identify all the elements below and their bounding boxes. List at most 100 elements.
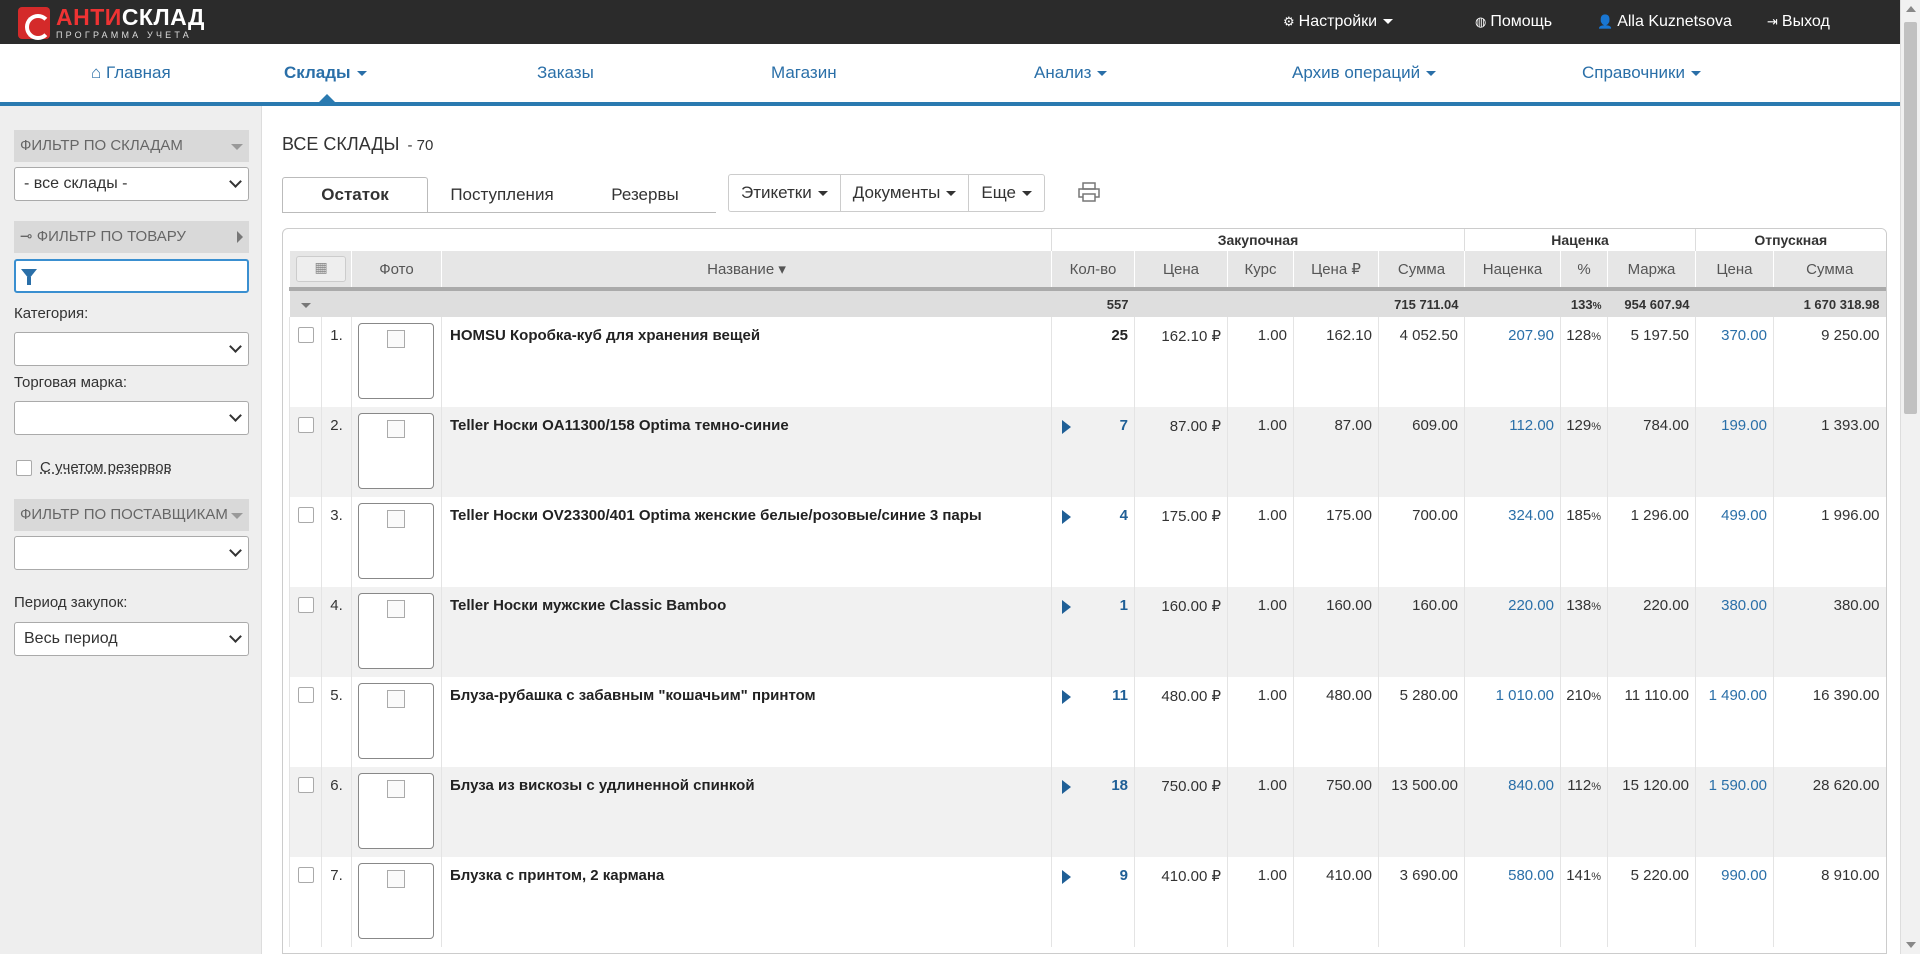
nav-home[interactable]: ⌂ Главная bbox=[91, 44, 171, 102]
row-qty[interactable]: 18 bbox=[1111, 777, 1128, 794]
tab-receipts[interactable]: Поступления bbox=[435, 178, 569, 212]
row-markup[interactable]: 220.00 bbox=[1464, 587, 1561, 677]
row-retail-price[interactable]: 499.00 bbox=[1695, 497, 1774, 587]
row-markup[interactable]: 840.00 bbox=[1464, 767, 1561, 857]
row-qty[interactable]: 7 bbox=[1120, 417, 1128, 434]
product-name[interactable]: Блуза-рубашка с забавным "кошачьим" прин… bbox=[441, 677, 1052, 767]
nav-archive[interactable]: Архив операций bbox=[1292, 44, 1437, 102]
row-retail-price[interactable]: 1 490.00 bbox=[1695, 677, 1774, 767]
table-row[interactable]: 6. Блуза из вискозы с удлиненной спинкой 1… bbox=[289, 767, 1886, 857]
row-markup[interactable]: 207.90 bbox=[1464, 317, 1561, 407]
col-margin[interactable]: Маржа bbox=[1607, 251, 1696, 289]
scroll-up-icon[interactable] bbox=[1906, 6, 1916, 12]
product-name[interactable]: Teller Носки мужские Classic Bamboo bbox=[441, 587, 1052, 677]
tab-stock[interactable]: Остаток bbox=[282, 177, 428, 213]
row-checkbox[interactable] bbox=[297, 327, 314, 343]
row-markup[interactable]: 580.00 bbox=[1464, 857, 1561, 947]
table-row[interactable]: 4. Teller Носки мужские Classic Bamboo 1 16… bbox=[289, 587, 1886, 677]
row-checkbox[interactable] bbox=[297, 867, 314, 883]
period-select[interactable]: Весь период bbox=[14, 622, 249, 656]
app-logo[interactable]: АНТИСКЛАД ПРОГРАММА УЧЕТА bbox=[18, 6, 205, 40]
col-price[interactable]: Цена bbox=[1134, 251, 1228, 289]
product-name[interactable]: Блуза из вискозы с удлиненной спинкой bbox=[441, 767, 1052, 857]
supplier-filter-header[interactable]: ФИЛЬТР ПО ПОСТАВЩИКАМ bbox=[14, 499, 249, 531]
nav-shop[interactable]: Магазин bbox=[771, 44, 837, 102]
row-qty[interactable]: 4 bbox=[1120, 507, 1128, 524]
expand-row-icon[interactable] bbox=[1062, 510, 1071, 524]
tab-reserves[interactable]: Резервы bbox=[580, 178, 710, 212]
product-name[interactable]: HOMSU Коробка-куб для хранения вещей bbox=[441, 317, 1052, 407]
chevron-down-icon[interactable] bbox=[300, 302, 311, 308]
col-name[interactable]: Название ▾ bbox=[441, 251, 1052, 289]
print-icon[interactable] bbox=[1078, 182, 1100, 202]
scroll-thumb[interactable] bbox=[1904, 22, 1917, 414]
nav-orders[interactable]: Заказы bbox=[537, 44, 594, 102]
table-row[interactable]: 5. Блуза-рубашка с забавным "кошачьим" пр… bbox=[289, 677, 1886, 767]
col-markup[interactable]: Наценка bbox=[1464, 251, 1561, 289]
row-checkbox[interactable] bbox=[297, 597, 314, 613]
table-row[interactable]: 7. Блузка с принтом, 2 кармана 9 410.00 ₽1.… bbox=[289, 857, 1886, 947]
row-markup[interactable]: 112.00 bbox=[1464, 407, 1561, 497]
nav-analysis[interactable]: Анализ bbox=[1034, 44, 1108, 102]
row-retail-price[interactable]: 370.00 bbox=[1695, 317, 1774, 407]
product-photo[interactable] bbox=[358, 863, 434, 939]
row-retail-price[interactable]: 1 590.00 bbox=[1695, 767, 1774, 857]
row-qty[interactable]: 11 bbox=[1112, 687, 1128, 704]
product-name[interactable]: Блузка с принтом, 2 кармана bbox=[441, 857, 1052, 947]
product-photo[interactable] bbox=[358, 323, 434, 399]
product-photo[interactable] bbox=[358, 683, 434, 759]
col-sum[interactable]: Сумма bbox=[1378, 251, 1465, 289]
row-qty[interactable]: 9 bbox=[1120, 867, 1128, 884]
product-photo[interactable] bbox=[358, 503, 434, 579]
warehouse-select[interactable]: - все склады - bbox=[14, 167, 249, 201]
grid-icon[interactable] bbox=[295, 256, 346, 282]
expand-row-icon[interactable] bbox=[1062, 420, 1071, 434]
supplier-select[interactable] bbox=[14, 536, 249, 570]
expand-row-icon[interactable] bbox=[1062, 780, 1071, 794]
help-link[interactable]: ◍ Помощь bbox=[1475, 0, 1552, 44]
table-row[interactable]: 1. HOMSU Коробка-куб для хранения вещей 25… bbox=[289, 317, 1886, 407]
row-qty[interactable]: 1 bbox=[1120, 597, 1128, 614]
table-row[interactable]: 2. Teller Носки OA11300/158 Optima темно-… bbox=[289, 407, 1886, 497]
warehouse-filter-header[interactable]: ФИЛЬТР ПО СКЛАДАМ bbox=[14, 130, 249, 162]
reserves-label[interactable]: С учетом резервов bbox=[40, 459, 172, 476]
col-rate[interactable]: Курс bbox=[1227, 251, 1294, 289]
expand-row-icon[interactable] bbox=[1062, 600, 1071, 614]
col-price-rub[interactable]: Цена ₽ bbox=[1293, 251, 1379, 289]
logout-link[interactable]: ⇥ Выход bbox=[1767, 0, 1830, 44]
row-markup[interactable]: 324.00 bbox=[1464, 497, 1561, 587]
table-row[interactable]: 3. Teller Носки OV23300/401 Optima женски… bbox=[289, 497, 1886, 587]
row-checkbox[interactable] bbox=[297, 507, 314, 523]
expand-row-icon[interactable] bbox=[1062, 690, 1071, 704]
scroll-down-icon[interactable] bbox=[1906, 942, 1916, 948]
product-name[interactable]: Teller Носки OV23300/401 Optima женские … bbox=[441, 497, 1052, 587]
row-retail-price[interactable]: 199.00 bbox=[1695, 407, 1774, 497]
brand-select[interactable] bbox=[14, 401, 249, 435]
product-photo[interactable] bbox=[358, 773, 434, 849]
user-menu[interactable]: 👤 Alla Kuznetsova bbox=[1597, 0, 1732, 44]
nav-references[interactable]: Справочники bbox=[1582, 44, 1701, 102]
page-scrollbar[interactable] bbox=[1900, 0, 1920, 954]
col-qty[interactable]: Кол-во bbox=[1051, 251, 1135, 289]
row-markup[interactable]: 1 010.00 bbox=[1464, 677, 1561, 767]
row-checkbox[interactable] bbox=[297, 777, 314, 793]
category-select[interactable] bbox=[14, 332, 249, 366]
reserves-checkbox[interactable] bbox=[16, 460, 32, 476]
col-retail-price[interactable]: Цена bbox=[1695, 251, 1774, 289]
settings-menu[interactable]: ⚙ Настройки bbox=[1283, 0, 1394, 44]
product-name[interactable]: Teller Носки OA11300/158 Optima темно-си… bbox=[441, 407, 1052, 497]
product-search-input[interactable] bbox=[14, 259, 249, 293]
row-checkbox[interactable] bbox=[297, 687, 314, 703]
row-retail-price[interactable]: 380.00 bbox=[1695, 587, 1774, 677]
expand-row-icon[interactable] bbox=[1062, 870, 1071, 884]
product-filter-header[interactable]: ⊸ ФИЛЬТР ПО ТОВАРУ bbox=[14, 221, 249, 253]
row-retail-price[interactable]: 990.00 bbox=[1695, 857, 1774, 947]
col-pct[interactable]: % bbox=[1560, 251, 1608, 289]
labels-button[interactable]: Этикетки bbox=[728, 174, 841, 212]
documents-button[interactable]: Документы bbox=[839, 174, 970, 212]
column-settings[interactable] bbox=[289, 251, 352, 289]
more-button[interactable]: Еще bbox=[968, 174, 1045, 212]
product-photo[interactable] bbox=[358, 413, 434, 489]
row-checkbox[interactable] bbox=[297, 417, 314, 433]
product-photo[interactable] bbox=[358, 593, 434, 669]
